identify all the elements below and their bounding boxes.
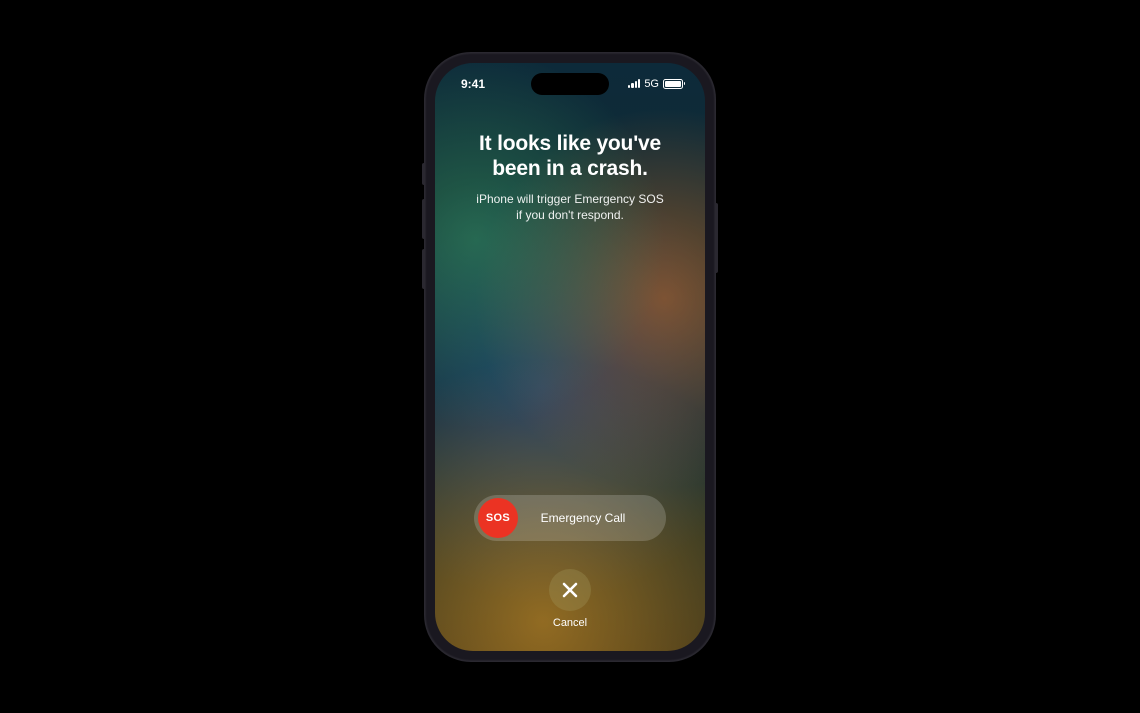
cancel-button[interactable]	[549, 569, 591, 611]
alert-content: It looks like you've been in a crash. iP…	[435, 131, 705, 224]
volume-up-button[interactable]	[422, 199, 425, 239]
headline-line: been in a crash.	[492, 157, 648, 180]
cancel-area: Cancel	[549, 569, 591, 629]
status-time: 9:41	[461, 77, 511, 91]
mute-switch[interactable]	[422, 163, 425, 185]
sos-slider-knob[interactable]: SOS	[478, 498, 518, 538]
subhead-line: iPhone will trigger Emergency SOS	[476, 192, 663, 206]
status-right-cluster: 5G	[628, 78, 683, 90]
slider-track-label: Emergency Call	[518, 511, 662, 525]
alert-headline: It looks like you've been in a crash.	[455, 131, 685, 181]
dynamic-island	[531, 73, 609, 95]
network-label: 5G	[644, 78, 659, 90]
alert-subhead: iPhone will trigger Emergency SOS if you…	[455, 191, 685, 223]
sos-knob-label: SOS	[486, 512, 510, 524]
side-buttons-left	[422, 163, 425, 299]
battery-icon	[663, 79, 683, 89]
cellular-signal-icon	[628, 79, 640, 88]
phone-screen: 9:41 5G It looks like you've been in a c…	[435, 63, 705, 651]
volume-down-button[interactable]	[422, 249, 425, 289]
emergency-call-slider[interactable]: SOS Emergency Call	[474, 495, 666, 541]
subhead-line: if you don't respond.	[516, 208, 624, 222]
cancel-label: Cancel	[549, 617, 591, 629]
phone-device-frame: 9:41 5G It looks like you've been in a c…	[425, 53, 715, 661]
close-icon	[561, 581, 579, 599]
side-power-button[interactable]	[715, 203, 718, 273]
headline-line: It looks like you've	[479, 132, 661, 155]
